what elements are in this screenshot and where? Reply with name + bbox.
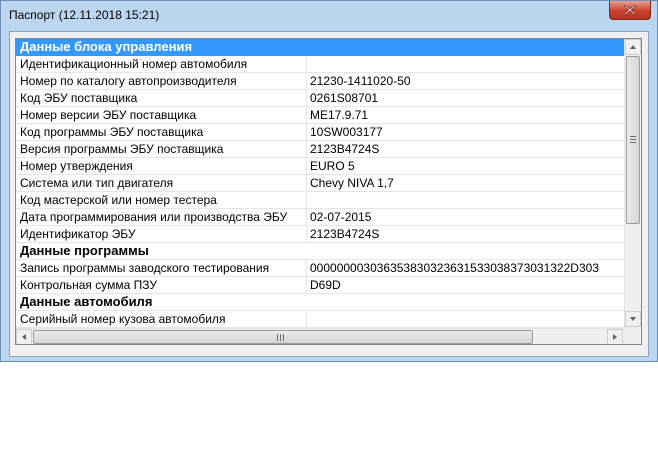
scroll-up-button[interactable] xyxy=(625,39,641,55)
row-value: 2123B4724S xyxy=(310,227,380,241)
column-divider xyxy=(306,175,307,192)
table-row[interactable]: Код мастерской или номер тестера xyxy=(16,192,624,209)
title-bar[interactable]: Паспорт (12.11.2018 15:21) xyxy=(1,1,657,31)
row-label: Дата программирования или производства Э… xyxy=(20,210,288,224)
passport-grid: Данные блока управления Идентификационный… xyxy=(15,38,642,345)
scrollbar-corner xyxy=(624,328,641,344)
column-divider xyxy=(306,158,307,175)
table-row[interactable]: Код программы ЭБУ поставщика 10SW003177 xyxy=(16,124,624,141)
row-label: Серийный номер кузова автомобиля xyxy=(20,312,226,326)
row-value: ME17.9.71 xyxy=(310,108,369,122)
row-label: Номер утверждения xyxy=(20,159,133,173)
column-divider xyxy=(306,260,307,277)
row-label: Контрольная сумма ПЗУ xyxy=(20,278,157,292)
scroll-left-button[interactable] xyxy=(16,329,32,344)
column-divider xyxy=(306,311,307,328)
row-label: Номер версии ЭБУ поставщика xyxy=(20,108,197,122)
table-row[interactable]: Номер по каталогу автопроизводителя 21230… xyxy=(16,73,624,90)
table-row[interactable]: Код ЭБУ поставщика 0261S08701 xyxy=(16,90,624,107)
row-value: EURO 5 xyxy=(310,159,355,173)
column-divider xyxy=(306,90,307,107)
row-label: Код программы ЭБУ поставщика xyxy=(20,125,204,139)
column-divider xyxy=(306,277,307,294)
vertical-scrollbar[interactable] xyxy=(624,39,641,328)
column-divider xyxy=(306,56,307,73)
arrow-up-icon xyxy=(630,45,636,49)
table-row[interactable]: Идентификационный номер автомобиля xyxy=(16,56,624,73)
row-label: Номер по каталогу автопроизводителя xyxy=(20,74,237,88)
row-label: Система или тип двигателя xyxy=(20,176,174,190)
table-row[interactable]: Серийный номер кузова автомобиля xyxy=(16,311,624,328)
table-row[interactable]: Идентификатор ЭБУ 2123B4724S xyxy=(16,226,624,243)
row-label: Код ЭБУ поставщика xyxy=(20,91,138,105)
section-header-row[interactable]: Данные блока управления xyxy=(16,39,624,56)
grid-rows[interactable]: Данные блока управления Идентификационный… xyxy=(16,39,624,328)
section-header-row[interactable]: Данные автомобиля xyxy=(16,294,624,311)
column-divider xyxy=(306,141,307,158)
row-value: Chevy NIVA 1,7 xyxy=(310,176,394,190)
window-client-area: Данные блока управления Идентификационный… xyxy=(9,31,649,357)
scroll-grip-icon xyxy=(277,334,287,341)
row-value: 0261S08701 xyxy=(310,91,379,105)
close-button[interactable] xyxy=(609,1,651,20)
row-label: Идентификационный номер автомобиля xyxy=(20,57,248,71)
scroll-down-button[interactable] xyxy=(625,311,641,327)
horizontal-scroll-thumb[interactable] xyxy=(33,330,533,344)
column-divider xyxy=(306,73,307,90)
section-title: Данные автомобиля xyxy=(20,294,153,309)
column-divider xyxy=(306,107,307,124)
table-row[interactable]: Запись программы заводского тестирования… xyxy=(16,260,624,277)
section-header-row[interactable]: Данные программы xyxy=(16,243,624,260)
row-label: Запись программы заводского тестирования xyxy=(20,261,270,275)
row-value: 02-07-2015 xyxy=(310,210,372,224)
table-row[interactable]: Система или тип двигателя Chevy NIVA 1,7 xyxy=(16,175,624,192)
section-title: Данные программы xyxy=(20,243,149,258)
vertical-scroll-thumb[interactable] xyxy=(626,56,640,224)
horizontal-scrollbar[interactable] xyxy=(16,328,624,344)
arrow-down-icon xyxy=(630,317,636,321)
column-divider xyxy=(306,209,307,226)
row-value: 10SW003177 xyxy=(310,125,383,139)
table-row[interactable]: Дата программирования или производства Э… xyxy=(16,209,624,226)
passport-window: Паспорт (12.11.2018 15:21) Данные блока … xyxy=(0,0,658,362)
close-icon xyxy=(624,5,636,15)
scroll-right-button[interactable] xyxy=(607,329,623,344)
row-label: Версия программы ЭБУ поставщика xyxy=(20,142,224,156)
table-row[interactable]: Контрольная сумма ПЗУ D69D xyxy=(16,277,624,294)
column-divider xyxy=(306,124,307,141)
section-title: Данные блока управления xyxy=(20,39,193,54)
row-label: Идентификатор ЭБУ xyxy=(20,227,136,241)
window-title: Паспорт (12.11.2018 15:21) xyxy=(9,8,160,22)
table-row[interactable]: Номер версии ЭБУ поставщика ME17.9.71 xyxy=(16,107,624,124)
arrow-right-icon xyxy=(613,334,617,340)
row-value: 000000003036353830323631533038373031322D… xyxy=(310,261,599,275)
table-row[interactable]: Номер утверждения EURO 5 xyxy=(16,158,624,175)
row-value: D69D xyxy=(310,278,341,292)
row-label: Код мастерской или номер тестера xyxy=(20,193,217,207)
column-divider xyxy=(306,226,307,243)
arrow-left-icon xyxy=(22,334,26,340)
table-row[interactable]: Версия программы ЭБУ поставщика 2123B4724… xyxy=(16,141,624,158)
column-divider xyxy=(306,192,307,209)
scroll-grip-icon xyxy=(630,136,636,144)
row-value: 21230-1411020-50 xyxy=(310,74,411,88)
row-value: 2123B4724S xyxy=(310,142,380,156)
